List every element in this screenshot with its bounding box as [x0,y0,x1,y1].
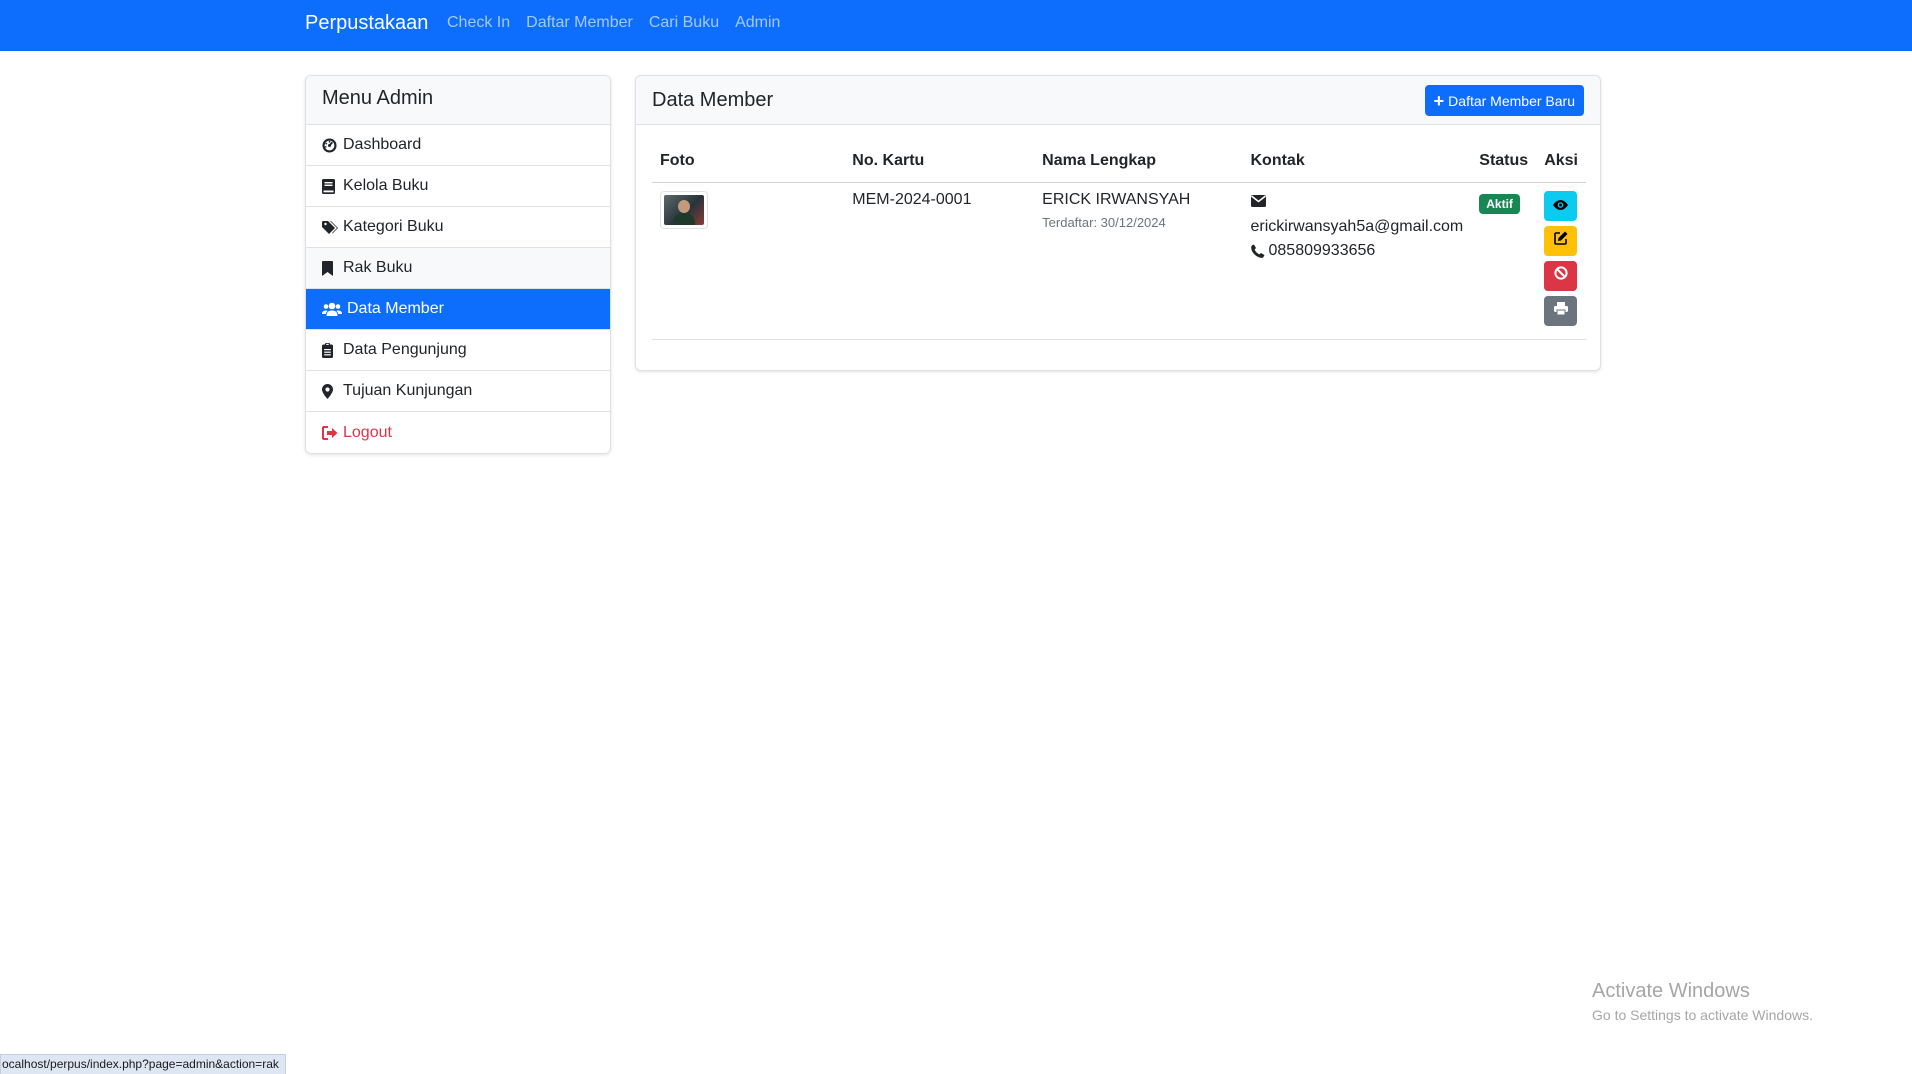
phone-icon [1250,244,1265,258]
sidebar-title: Menu Admin [306,76,610,125]
admin-sidebar: Menu Admin Dashboard Kelola Buku Kategor… [305,75,611,454]
sidebar-item-label: Tujuan Kunjungan [343,382,473,399]
book-icon [322,178,340,194]
edit-icon [1553,231,1568,250]
sidebar-item-kelola-buku[interactable]: Kelola Buku [306,166,610,207]
navbar-links: Check In Daftar Member Cari Buku Admin [447,14,796,32]
sign-out-icon [322,425,340,441]
sidebar-item-tujuan-kunjungan[interactable]: Tujuan Kunjungan [306,371,610,412]
sidebar-item-rak-buku[interactable]: Rak Buku [306,248,610,289]
column-header-kontak: Kontak [1242,141,1472,183]
top-navbar: Perpustakaan Check In Daftar Member Cari… [0,0,1912,51]
cell-foto [652,182,845,340]
sidebar-item-label: Data Member [347,300,444,317]
nav-link-daftar-member[interactable]: Daftar Member [526,14,633,32]
sidebar-item-label: Logout [343,423,392,441]
map-marker-icon [322,383,340,399]
column-header-aksi: Aksi [1536,141,1586,183]
bookmark-icon [322,260,340,276]
sidebar-item-label: Rak Buku [343,259,413,276]
cell-contact: erickirwansyah5a@gmail.com 085809933656 [1242,182,1472,340]
nav-link-cari-buku[interactable]: Cari Buku [649,14,719,32]
sidebar-item-logout[interactable]: Logout [306,412,610,453]
add-member-button[interactable]: + Daftar Member Baru [1424,85,1584,116]
tachometer-icon [322,137,340,153]
column-header-no-kartu: No. Kartu [844,141,1035,183]
table-row: MEM-2024-0001 ERICK IRWANSYAH Terdaftar:… [652,182,1586,340]
sidebar-item-data-pengunjung[interactable]: Data Pengunjung [306,330,610,371]
nav-link-check-in[interactable]: Check In [447,14,510,32]
member-photo[interactable] [660,190,708,229]
print-icon [1553,301,1568,320]
ban-icon [1554,266,1568,285]
print-card-button[interactable] [1544,295,1578,326]
card-header: Data Member + Daftar Member Baru [636,76,1600,125]
sidebar-item-label: Dashboard [343,136,422,153]
sidebar-item-data-member[interactable]: Data Member [306,289,610,330]
page-title: Data Member [652,89,774,111]
eye-icon [1553,197,1569,215]
contact-phone-line: 085809933656 [1250,239,1464,263]
nav-link-admin[interactable]: Admin [735,14,780,32]
sidebar-item-label: Kelola Buku [343,177,429,194]
sidebar-item-kategori-buku[interactable]: Kategori Buku [306,207,610,248]
watermark-title: Activate Windows [1592,980,1750,1002]
navbar-brand[interactable]: Perpustakaan [305,12,428,35]
edit-member-button[interactable] [1544,225,1578,256]
sidebar-item-dashboard[interactable]: Dashboard [306,125,610,166]
member-email: erickirwansyah5a@gmail.com [1250,217,1464,235]
envelope-icon [1250,191,1266,215]
clipboard-icon [322,342,340,358]
browser-status-url: ocalhost/perpus/index.php?page=admin&act… [0,1054,286,1074]
deactivate-member-button[interactable] [1544,260,1578,291]
member-name: ERICK IRWANSYAH [1042,190,1191,208]
member-table: Foto No. Kartu Nama Lengkap Kontak Statu… [652,141,1586,340]
cell-card-number: MEM-2024-0001 [844,182,1035,340]
column-header-status: Status [1471,141,1537,183]
tags-icon [322,219,340,235]
sidebar-item-label: Data Pengunjung [343,341,467,358]
windows-activation-watermark: Activate Windows Go to Settings to activ… [1592,980,1813,1023]
cell-actions [1536,182,1586,340]
watermark-subtitle: Go to Settings to activate Windows. [1592,1007,1813,1023]
table-header-row: Foto No. Kartu Nama Lengkap Kontak Statu… [652,141,1586,183]
cell-name: ERICK IRWANSYAH Terdaftar: 30/12/2024 [1034,182,1243,340]
data-member-card: Data Member + Daftar Member Baru Foto No… [635,75,1601,371]
add-member-button-label: Daftar Member Baru [1448,92,1575,109]
member-phone: 085809933656 [1268,241,1376,259]
cell-status: Aktif [1471,182,1537,340]
column-header-nama-lengkap: Nama Lengkap [1034,141,1243,183]
member-photo-image [664,194,704,225]
contact-email-icon-line [1250,191,1464,215]
column-header-foto: Foto [652,141,845,183]
status-badge: Aktif [1479,193,1520,214]
view-member-button[interactable] [1544,190,1578,221]
users-icon [322,301,344,317]
plus-icon: + [1433,90,1445,111]
member-registered-date: Terdaftar: 30/12/2024 [1042,214,1166,230]
sidebar-item-label: Kategori Buku [343,218,444,235]
